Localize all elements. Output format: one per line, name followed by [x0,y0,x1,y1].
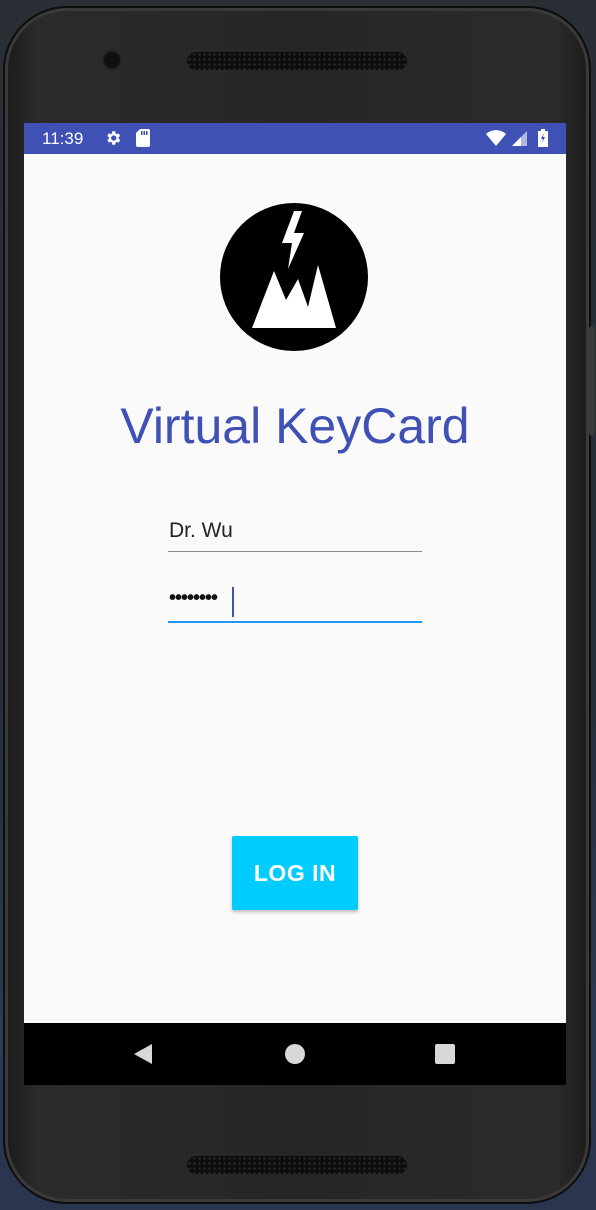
back-icon[interactable] [132,1043,154,1070]
phone-screen: 11:39 Virtual KeyCard Dr. Wu •••••••• LO… [24,123,566,1085]
status-time: 11:39 [42,129,84,148]
login-button[interactable]: LOG IN [232,836,358,910]
status-bar: 11:39 [24,123,566,154]
power-button [589,326,595,436]
wifi-icon [486,129,507,152]
username-value: Dr. Wu [169,519,233,542]
gear-icon [104,129,122,152]
sd-card-icon [136,129,151,152]
bottom-speaker [187,1156,407,1174]
username-field[interactable]: Dr. Wu [168,515,422,552]
cell-signal-icon [511,129,528,152]
status-left-icons [104,129,151,152]
password-value: •••••••• [169,587,218,609]
navigation-bar [24,1023,566,1085]
top-speaker [187,52,407,70]
home-icon[interactable] [284,1043,306,1070]
recents-icon[interactable] [434,1043,456,1070]
mountain-lightning-logo [220,203,368,351]
app-title: Virtual KeyCard [120,398,470,454]
front-camera [104,52,120,68]
status-right-icons [486,129,548,152]
battery-icon [538,129,548,152]
text-cursor [232,587,234,617]
password-field[interactable]: •••••••• [168,583,422,623]
